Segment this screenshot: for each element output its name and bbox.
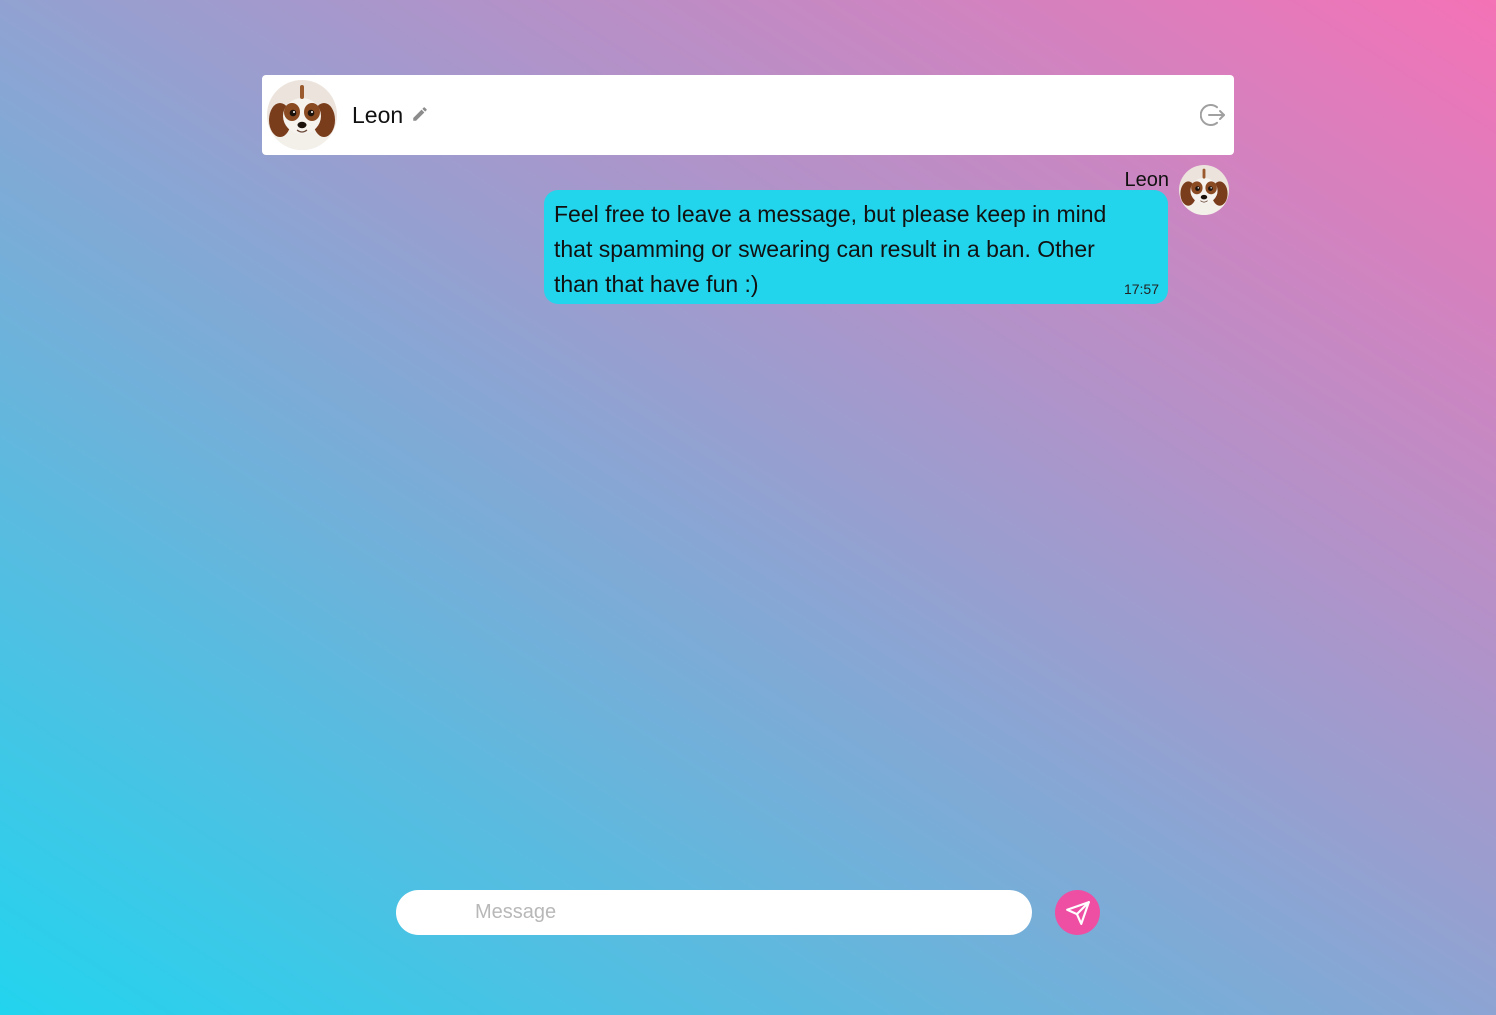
message-text: Feel free to leave a message, but please… <box>554 201 1107 297</box>
dog-avatar-image <box>1179 165 1229 215</box>
send-button[interactable] <box>1055 890 1100 935</box>
send-icon <box>1066 901 1090 925</box>
message-timestamp: 17:57 <box>1123 281 1159 297</box>
message-bubble: Feel free to leave a message, but please… <box>544 190 1168 304</box>
chat-header: Leon <box>262 75 1234 155</box>
message-input[interactable] <box>475 890 1005 935</box>
message-composer <box>396 890 1032 935</box>
pencil-icon[interactable] <box>411 105 429 123</box>
logout-icon[interactable] <box>1199 102 1226 128</box>
message-sender: Leon <box>1124 169 1170 191</box>
user-avatar <box>267 80 337 150</box>
dog-avatar-image <box>267 80 337 150</box>
header-username: Leon <box>352 102 404 128</box>
message-avatar <box>1179 165 1229 215</box>
